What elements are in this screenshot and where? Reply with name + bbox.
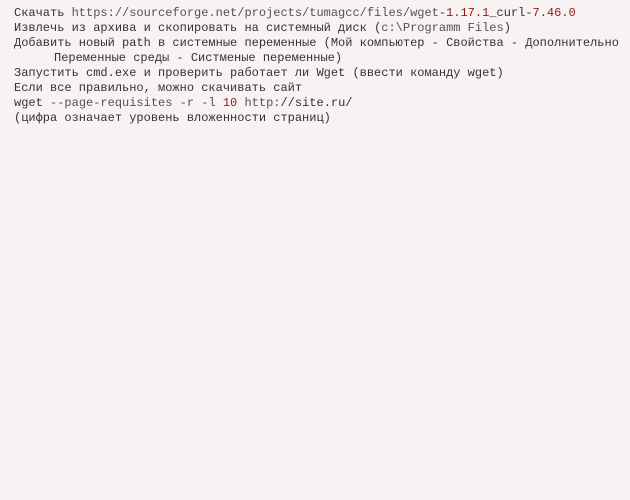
url-text: https://sourceforge.net/projects/tumagcc…: [72, 6, 439, 20]
line-2: Извлечь из архива и скопировать на систе…: [14, 21, 616, 36]
cmd-flag: -l: [201, 96, 215, 110]
line-4: Переменные среды - Систменые переменные): [14, 51, 616, 66]
text-pre: Извлечь из архива и скопировать на систе…: [14, 21, 374, 35]
path-text: c:\Programm Files: [381, 21, 503, 35]
url-protocol: http:: [244, 96, 280, 110]
sp: [216, 96, 223, 110]
version-number: 7.46.0: [533, 6, 576, 20]
line-3: Добавить новый path в системные переменн…: [14, 36, 616, 51]
number-value: 10: [223, 96, 237, 110]
line-8: (цифра означает уровень вложенности стра…: [14, 111, 616, 126]
mid-text: _curl: [489, 6, 525, 20]
version-number: 1.17.1: [446, 6, 489, 20]
text-pre: Скачать: [14, 6, 72, 20]
dash: -: [439, 6, 446, 20]
line-7: wget --page-requisites -r -l 10 http://s…: [14, 96, 616, 111]
cmd-name: wget: [14, 96, 50, 110]
cmd-flag: --page-requisites: [50, 96, 172, 110]
line-5: Запустить cmd.exe и проверить работает л…: [14, 66, 616, 81]
cmd-flag: -r: [180, 96, 194, 110]
url-rest: //site.ru/: [280, 96, 352, 110]
dash: -: [525, 6, 532, 20]
paren: ): [504, 21, 511, 35]
line-1: Скачать https://sourceforge.net/projects…: [14, 6, 616, 21]
line-6: Если все правильно, можно скачивать сайт: [14, 81, 616, 96]
sp: [172, 96, 179, 110]
